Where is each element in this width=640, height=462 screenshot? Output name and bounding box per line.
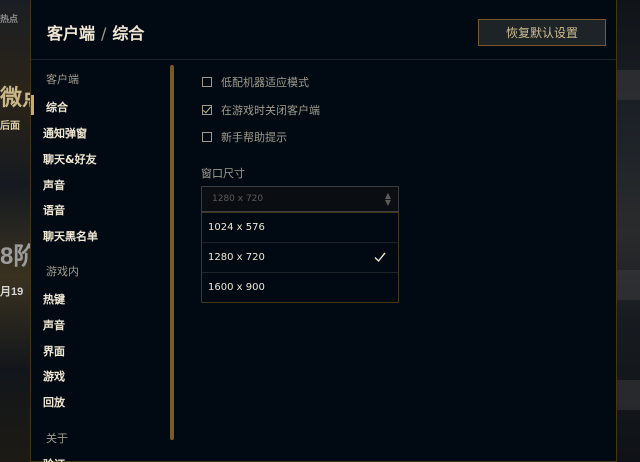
window-size-label: 窗口尺寸 bbox=[201, 167, 245, 180]
sidebar-active-indicator bbox=[31, 95, 34, 115]
sidebar-item-hotkeys[interactable]: 热键 bbox=[43, 291, 65, 307]
option-label: 1280 x 720 bbox=[208, 252, 265, 263]
settings-modal: 客户端 / 综合 恢复默认设置 客户端 综合 通知弹窗 聊天&好友 声音 语音 聊天… bbox=[30, 0, 617, 462]
background-text: 8阶 bbox=[0, 243, 30, 270]
updown-arrow-icon: ▲ ▼ bbox=[384, 191, 391, 207]
client-root: 热点 微点 后面 8阶 月19 客户端 / 综合 恢复默认设置 客户端 综合 通知弹… bbox=[0, 0, 640, 462]
background-strip bbox=[616, 270, 640, 300]
dropdown-option-1600x900[interactable]: 1600 x 900 bbox=[202, 273, 398, 303]
sidebar-item-voice[interactable]: 语音 bbox=[43, 202, 65, 218]
sidebar-item-ingame-sound[interactable]: 声音 bbox=[43, 317, 65, 333]
background-left-panel: 热点 微点 后面 8阶 月19 bbox=[0, 0, 30, 462]
sidebar-item-chat-blocklist[interactable]: 聊天黑名单 bbox=[43, 228, 98, 244]
background-right-panel bbox=[616, 0, 640, 462]
low-spec-mode-option[interactable]: 低配机器适应模式 bbox=[202, 74, 309, 90]
sidebar-item-replays[interactable]: 回放 bbox=[43, 394, 65, 410]
sidebar-item-game[interactable]: 游戏 bbox=[43, 368, 65, 384]
option-label: 1600 x 900 bbox=[208, 282, 265, 293]
background-text: 热点 bbox=[0, 14, 19, 24]
sidebar-item-general[interactable]: 综合 bbox=[46, 99, 68, 115]
settings-content: 低配机器适应模式 在游戏时关闭客户端 新手帮助提示 窗口尺寸 1280 x 72… bbox=[196, 62, 596, 462]
sidebar-scrollbar[interactable] bbox=[170, 65, 174, 440]
option-label: 在游戏时关闭客户端 bbox=[221, 104, 320, 117]
title-separator: / bbox=[101, 24, 107, 43]
sidebar-section-about: 关于 bbox=[46, 432, 68, 445]
settings-sidebar: 客户端 综合 通知弹窗 聊天&好友 声音 语音 聊天黑名单 游戏内 热键 声音 … bbox=[31, 62, 171, 462]
sidebar-item-chat-friends[interactable]: 聊天&好友 bbox=[43, 151, 97, 167]
low-spec-mode-checkbox[interactable] bbox=[202, 77, 212, 87]
settings-header: 客户端 / 综合 恢复默认设置 bbox=[31, 0, 616, 60]
checkmark-icon bbox=[374, 252, 386, 263]
title-section: 客户端 bbox=[47, 24, 96, 43]
background-text: 月19 bbox=[0, 286, 24, 298]
window-size-select[interactable]: 1280 x 720 ▲ ▼ bbox=[201, 186, 399, 212]
background-text: 微点 bbox=[0, 85, 30, 110]
dropdown-option-1280x720[interactable]: 1280 x 720 bbox=[202, 243, 398, 273]
sidebar-item-interface[interactable]: 界面 bbox=[43, 343, 65, 359]
close-client-in-game-option[interactable]: 在游戏时关闭客户端 bbox=[202, 102, 320, 118]
option-label: 低配机器适应模式 bbox=[221, 76, 309, 89]
background-strip bbox=[616, 380, 640, 410]
option-label: 新手帮助提示 bbox=[221, 131, 287, 144]
sidebar-section-client: 客户端 bbox=[46, 73, 79, 86]
newbie-tips-option[interactable]: 新手帮助提示 bbox=[202, 129, 287, 145]
background-strip bbox=[616, 70, 640, 100]
newbie-tips-checkbox[interactable] bbox=[202, 132, 212, 142]
sidebar-item-verification[interactable]: 验证 bbox=[43, 456, 65, 462]
sidebar-section-ingame: 游戏内 bbox=[46, 265, 79, 278]
window-size-selected-value: 1280 x 720 bbox=[212, 194, 264, 204]
close-client-in-game-checkbox[interactable] bbox=[202, 105, 212, 115]
sidebar-item-sound[interactable]: 声音 bbox=[43, 177, 65, 193]
page-title: 客户端 / 综合 bbox=[47, 20, 144, 44]
option-label: 1024 x 576 bbox=[208, 222, 265, 233]
window-size-dropdown: 1024 x 576 1280 x 720 1600 x 900 bbox=[201, 212, 399, 303]
dropdown-option-1024x576[interactable]: 1024 x 576 bbox=[202, 213, 398, 243]
background-text: 后面 bbox=[0, 121, 20, 132]
title-page: 综合 bbox=[112, 24, 145, 43]
sidebar-item-notifications[interactable]: 通知弹窗 bbox=[43, 125, 87, 141]
restore-defaults-button[interactable]: 恢复默认设置 bbox=[478, 19, 606, 46]
